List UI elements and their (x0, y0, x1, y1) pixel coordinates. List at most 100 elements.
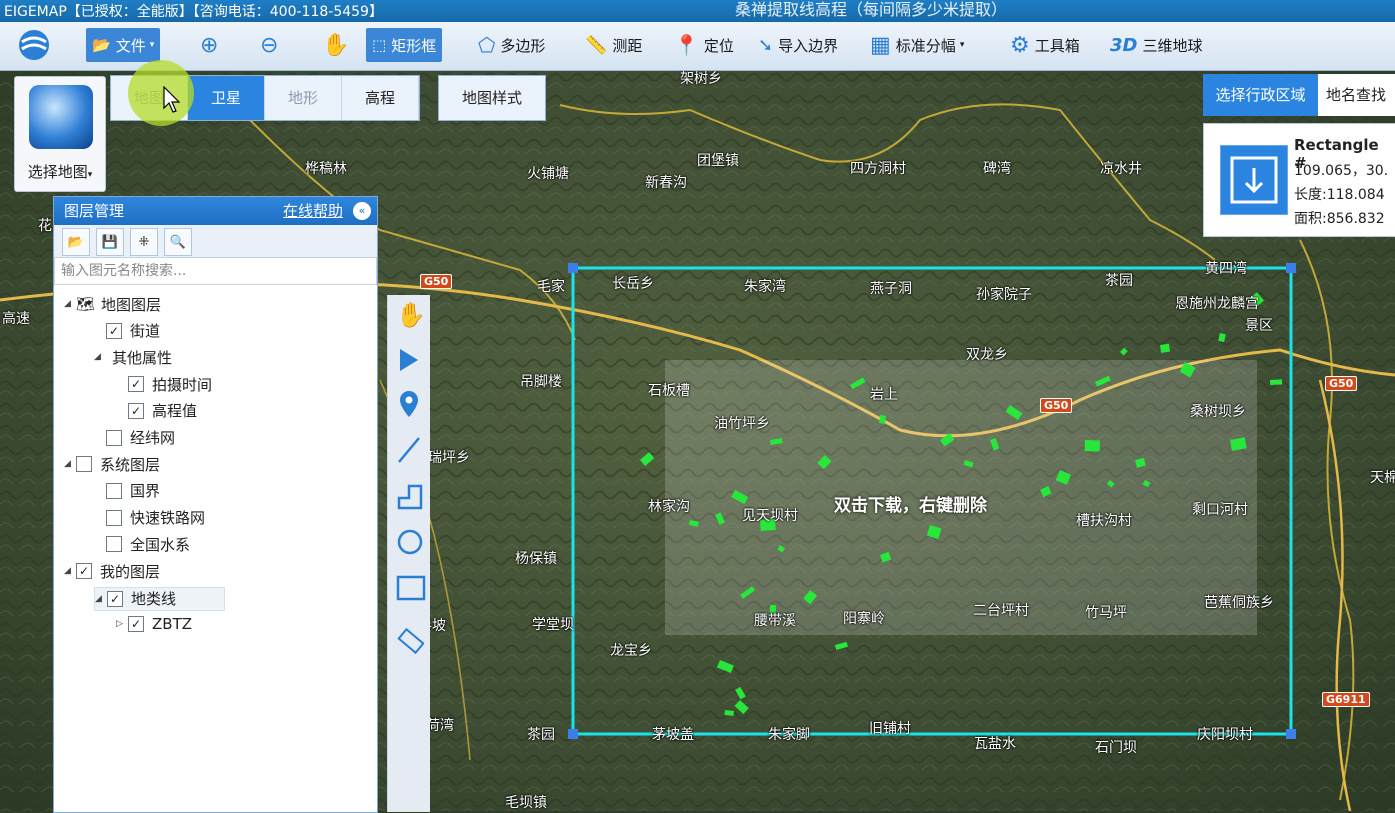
rectangle-icon[interactable] (396, 573, 426, 603)
place-label: 见天坝村 (742, 508, 798, 524)
expand-icon[interactable]: ◢ (94, 352, 106, 362)
file-menu-button[interactable]: 📂 文件 ▾ (86, 28, 161, 62)
select-nodes-icon[interactable]: ⁜ (130, 228, 158, 256)
app-title: EIGEMAP【已授权：全能版】【咨询电话：400-118-5459】 (4, 4, 383, 20)
layer-search-input[interactable]: 输入图元名称搜索... (54, 257, 377, 285)
rectangle-info-card: Rectangle # 109.065，30. 长度:118.084 面积:85… (1203, 123, 1395, 237)
online-help-link[interactable]: 在线帮助 (283, 197, 343, 225)
expand-icon[interactable]: ◢ (64, 566, 76, 576)
map-pin-icon[interactable] (396, 389, 422, 421)
expand-icon[interactable]: ◢ (64, 459, 76, 469)
place-label: 景区 (1245, 318, 1273, 334)
choose-map-button[interactable]: 选择地图▾ (14, 76, 106, 192)
expand-icon[interactable]: ◢ (95, 594, 107, 604)
layer-panel-title: 图层管理 (64, 202, 125, 220)
place-label: 碑湾 (983, 161, 1011, 177)
map-style-button[interactable]: 地图样式 (438, 75, 546, 121)
rectangle-area: 面积:856.832 (1294, 211, 1385, 227)
open-folder-icon[interactable]: 📂 (62, 228, 90, 256)
polygon-tool-button[interactable]: ⬠ 多边形 (478, 28, 545, 62)
tab-elevation[interactable]: 高程 (342, 76, 419, 120)
place-label: 桦稿林 (305, 161, 347, 177)
place-label: 庆阳坝村 (1197, 727, 1253, 743)
layer-node[interactable]: ✓ 拍摄时间 (116, 373, 212, 395)
highway-badge: G50 (1325, 376, 1358, 391)
place-label: 茶园 (1105, 273, 1133, 289)
place-search-button[interactable]: 地名查找 (1318, 74, 1395, 116)
layer-checkbox[interactable] (106, 429, 122, 446)
save-icon[interactable]: 💾 (96, 228, 124, 256)
place-label: 火铺塘 (527, 166, 569, 182)
layer-node[interactable]: ✓ 高程值 (116, 400, 197, 422)
grid-button[interactable]: ▦ 标准分幅 ▾ (870, 28, 964, 62)
layer-node[interactable]: ✓ 街道 (94, 320, 160, 342)
layer-label: 拍摄时间 (152, 375, 213, 394)
zoom-out-icon: ⊖ (260, 32, 279, 58)
layer-node[interactable]: 经纬网 (94, 427, 175, 449)
layer-node[interactable]: ◢ ✓ 我的图层 (64, 560, 160, 582)
place-label: 凉水井 (1100, 161, 1142, 177)
tab-terrain[interactable]: 地形 (265, 76, 342, 120)
3d-globe-button[interactable]: 3D 三维地球 (1110, 28, 1202, 62)
rectangle-tool-button[interactable]: ⬚ 矩形框 (366, 28, 443, 62)
collapse-icon[interactable]: « (353, 202, 371, 220)
layer-checkbox[interactable]: ✓ (107, 590, 123, 607)
layer-node[interactable]: ◢ 其他属性 (94, 346, 172, 368)
layer-panel: 图层管理 在线帮助 « 📂 💾 ⁜ 🔍 输入图元名称搜索... ◢ 🗺 地图图层 ✓ 街… (53, 196, 430, 813)
zoom-out-button[interactable]: ⊖ (260, 28, 278, 62)
measure-button[interactable]: 📏 测距 (585, 28, 642, 62)
layer-checkbox[interactable] (106, 509, 122, 526)
toolbox-button[interactable]: ⚙ 工具箱 (1010, 28, 1080, 62)
hand-icon: ✋ (322, 32, 350, 58)
layer-checkbox[interactable]: ✓ (128, 616, 144, 633)
zoom-in-button[interactable]: ⊕ (200, 28, 218, 62)
expand-icon[interactable]: ▷ (116, 619, 128, 629)
pan-button[interactable]: ✋ (322, 28, 349, 62)
place-label: 杨保镇 (515, 551, 557, 567)
layer-checkbox[interactable]: ✓ (128, 376, 144, 393)
select-region-button[interactable]: 选择行政区域 (1203, 74, 1318, 116)
rectangle-icon: ⬚ (372, 36, 387, 54)
app-logo-icon (19, 30, 49, 60)
ruler-icon[interactable] (396, 627, 424, 657)
layer-node[interactable]: ◢ 🗺 地图图层 (64, 293, 161, 315)
layer-node[interactable]: ◢ 系统图层 (64, 453, 160, 475)
search-icon[interactable]: 🔍 (164, 228, 192, 256)
import-arrow-icon: ➘ (758, 34, 774, 56)
place-label: 瓦盐水 (974, 736, 1016, 752)
layer-checkbox[interactable] (76, 456, 92, 473)
place-label: 团堡镇 (697, 153, 739, 169)
svg-text:✋: ✋ (396, 301, 422, 329)
place-label: 学堂坝 (532, 617, 574, 633)
main-toolbar: 📂 文件 ▾ ⊕ ⊖ ✋ ⬚ 矩形框 ⬠ 多边形 📏 测距 📍 定位 ➘ 导入边界 ▦ 标准分幅… (0, 22, 1395, 71)
tab-satellite[interactable]: 卫星 (188, 76, 265, 120)
import-boundary-button[interactable]: ➘ 导入边界 (758, 28, 838, 62)
layer-node[interactable]: ◢ ✓ 地类线 (94, 586, 226, 611)
download-icon[interactable] (1220, 145, 1288, 215)
layer-checkbox[interactable]: ✓ (106, 322, 122, 339)
choose-map-label: 选择地图 (27, 163, 88, 181)
layer-node[interactable]: 快速铁路网 (94, 507, 205, 529)
layer-node[interactable]: 全国水系 (94, 533, 190, 555)
layer-panel-header: 图层管理 在线帮助 « (54, 197, 377, 225)
layer-folder-icon: 🗺 (76, 295, 96, 313)
place-label: 架树乡 (680, 71, 722, 87)
line-icon[interactable] (396, 435, 422, 465)
expand-icon[interactable]: ◢ (64, 299, 76, 309)
layer-node[interactable]: ▷ ✓ ZBTZ (116, 613, 192, 635)
circle-icon[interactable] (396, 527, 424, 557)
place-label: 高速 (2, 311, 30, 327)
place-label: 槽扶沟村 (1076, 513, 1132, 529)
locate-button[interactable]: 📍 定位 (674, 28, 734, 62)
layer-label: 高程值 (152, 402, 198, 421)
layer-checkbox[interactable]: ✓ (128, 402, 144, 419)
layer-checkbox[interactable] (106, 482, 122, 499)
layer-checkbox[interactable] (106, 536, 122, 553)
layer-checkbox[interactable]: ✓ (76, 563, 92, 579)
hand-icon[interactable]: ✋ (396, 299, 422, 329)
polyline-icon[interactable] (396, 481, 424, 511)
pointer-icon[interactable] (396, 345, 422, 375)
place-label: 二台坪村 (973, 603, 1029, 619)
layer-label: 快速铁路网 (130, 509, 206, 528)
layer-node[interactable]: 国界 (94, 480, 160, 502)
